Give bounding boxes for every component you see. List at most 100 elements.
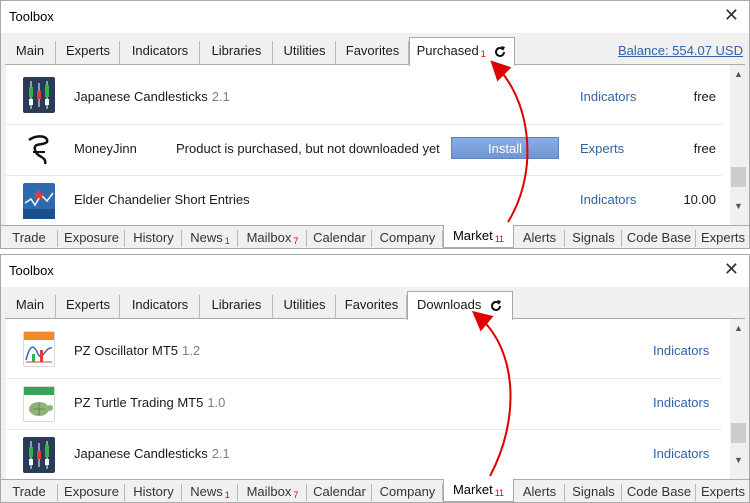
name-text: MoneyJinn <box>74 141 137 156</box>
tab-badge: 7 <box>293 236 299 246</box>
btab-experts[interactable]: Experts <box>697 484 749 501</box>
install-button[interactable]: Install <box>451 137 559 159</box>
category-link[interactable]: Indicators <box>653 343 709 358</box>
tab-label: Experts <box>700 230 746 245</box>
btab-mailbox[interactable]: Mailbox 7 <box>239 230 307 247</box>
tab-label: Utilities <box>283 43 326 58</box>
tab-favorites[interactable]: Favorites <box>337 41 409 65</box>
btab-mailbox[interactable]: Mailbox 7 <box>239 484 307 501</box>
category-link[interactable]: Experts <box>580 141 624 156</box>
tab-label: Mailbox <box>246 484 292 499</box>
tab-label: Experts <box>65 43 111 58</box>
tab-indicators[interactable]: Indicators <box>121 295 200 319</box>
product-price: 10.00 <box>683 192 716 207</box>
product-version: 1.2 <box>182 343 201 358</box>
tab-label: Exposure <box>64 484 119 499</box>
category-link[interactable]: Indicators <box>580 192 636 207</box>
product-name: MoneyJinn <box>74 141 137 156</box>
pz-turtle-icon <box>23 386 55 422</box>
btab-company[interactable]: Company <box>373 230 443 247</box>
tab-utilities[interactable]: Utilities <box>274 41 336 65</box>
scroll-thumb[interactable] <box>731 423 746 443</box>
tab-label: News <box>190 230 223 245</box>
btab-history[interactable]: History <box>126 230 182 247</box>
refresh-icon[interactable] <box>489 299 503 313</box>
tab-libraries[interactable]: Libraries <box>201 295 273 319</box>
btab-news[interactable]: News 1 <box>183 230 238 247</box>
vertical-scrollbar[interactable]: ▲ ▼ <box>730 65 747 225</box>
btab-calendar[interactable]: Calendar <box>308 484 372 501</box>
vertical-scrollbar[interactable]: ▲ ▼ <box>730 319 747 479</box>
scroll-thumb[interactable] <box>731 167 746 187</box>
list-item[interactable]: MoneyJinn Product is purchased, but not … <box>6 125 722 176</box>
btab-market[interactable]: Market 11 <box>443 479 514 502</box>
category-link[interactable]: Indicators <box>653 395 709 410</box>
tab-label: Market <box>452 482 493 497</box>
toolbox-panel-downloads: Toolbox ✕ Main Experts Indicators Librar… <box>0 254 750 503</box>
tab-experts[interactable]: Experts <box>57 295 120 319</box>
scroll-up-icon[interactable]: ▲ <box>734 323 743 333</box>
tab-favorites[interactable]: Favorites <box>337 295 407 319</box>
btab-exposure[interactable]: Exposure <box>59 230 125 247</box>
close-icon[interactable]: ✕ <box>724 259 739 280</box>
btab-calendar[interactable]: Calendar <box>308 230 372 247</box>
list-item[interactable]: Elder Chandelier Short Entries Indicator… <box>6 176 722 225</box>
close-icon[interactable]: ✕ <box>724 5 739 26</box>
product-list: PZ Oscillator MT5 1.2 Indicators PZ Turtl… <box>6 319 730 479</box>
btab-trade[interactable]: Trade <box>1 484 58 501</box>
product-version: 2.1 <box>211 446 230 461</box>
tab-label: Main <box>15 297 45 312</box>
btab-alerts[interactable]: Alerts <box>515 230 565 247</box>
product-price: free <box>693 89 716 104</box>
tab-label: Libraries <box>211 43 262 58</box>
btab-news[interactable]: News 1 <box>183 484 238 501</box>
btab-code-base[interactable]: Code Base <box>623 484 696 501</box>
candlesticks-icon <box>23 77 55 113</box>
tab-label: Utilities <box>283 297 326 312</box>
btab-market[interactable]: Market 11 <box>443 225 514 248</box>
tab-main[interactable]: Main <box>5 41 56 65</box>
candlesticks-icon <box>23 437 55 473</box>
tab-label: Experts <box>65 297 111 312</box>
list-item[interactable]: PZ Oscillator MT5 1.2 Indicators <box>6 319 722 379</box>
tab-experts[interactable]: Experts <box>57 41 120 65</box>
tab-purchased[interactable]: Purchased 1 <box>409 37 515 66</box>
btab-signals[interactable]: Signals <box>566 484 622 501</box>
list-item[interactable]: PZ Turtle Trading MT5 1.0 Indicators <box>6 379 722 430</box>
btab-alerts[interactable]: Alerts <box>515 484 565 501</box>
tab-downloads[interactable]: Downloads <box>407 291 513 320</box>
btab-trade[interactable]: Trade <box>1 230 58 247</box>
category-link[interactable]: Indicators <box>653 446 709 461</box>
btab-exposure[interactable]: Exposure <box>59 484 125 501</box>
tab-indicators[interactable]: Indicators <box>121 41 200 65</box>
tab-label: Alerts <box>522 230 557 245</box>
btab-company[interactable]: Company <box>373 484 443 501</box>
product-status: Product is purchased, but not downloaded… <box>176 141 440 156</box>
tab-utilities[interactable]: Utilities <box>274 295 336 319</box>
tab-label: Purchased <box>416 43 479 58</box>
list-item[interactable]: Japanese Candlesticks 2.1 Indicators <box>6 430 722 479</box>
tab-main[interactable]: Main <box>5 295 56 319</box>
tab-label: Trade <box>12 484 46 499</box>
balance-link[interactable]: Balance: 554.07 USD <box>618 43 743 58</box>
tab-label: Trade <box>12 230 46 245</box>
tab-libraries[interactable]: Libraries <box>201 41 273 65</box>
product-version: 2.1 <box>211 89 230 104</box>
tab-label: Market <box>452 228 493 243</box>
name-text: PZ Turtle Trading MT5 <box>74 395 204 410</box>
elder-chandelier-icon <box>23 183 55 219</box>
tab-badge: 1 <box>480 49 486 59</box>
btab-history[interactable]: History <box>126 484 182 501</box>
name-text: Japanese Candlesticks <box>74 89 208 104</box>
scroll-down-icon[interactable]: ▼ <box>734 201 743 211</box>
tab-label: Favorites <box>344 297 399 312</box>
panel-title: Toolbox <box>9 263 54 278</box>
btab-signals[interactable]: Signals <box>566 230 622 247</box>
btab-code-base[interactable]: Code Base <box>623 230 696 247</box>
btab-experts[interactable]: Experts <box>697 230 749 247</box>
scroll-up-icon[interactable]: ▲ <box>734 69 743 79</box>
category-link[interactable]: Indicators <box>580 89 636 104</box>
list-item[interactable]: Japanese Candlesticks 2.1 Indicators free <box>6 65 722 125</box>
scroll-down-icon[interactable]: ▼ <box>734 455 743 465</box>
refresh-icon[interactable] <box>493 45 507 59</box>
